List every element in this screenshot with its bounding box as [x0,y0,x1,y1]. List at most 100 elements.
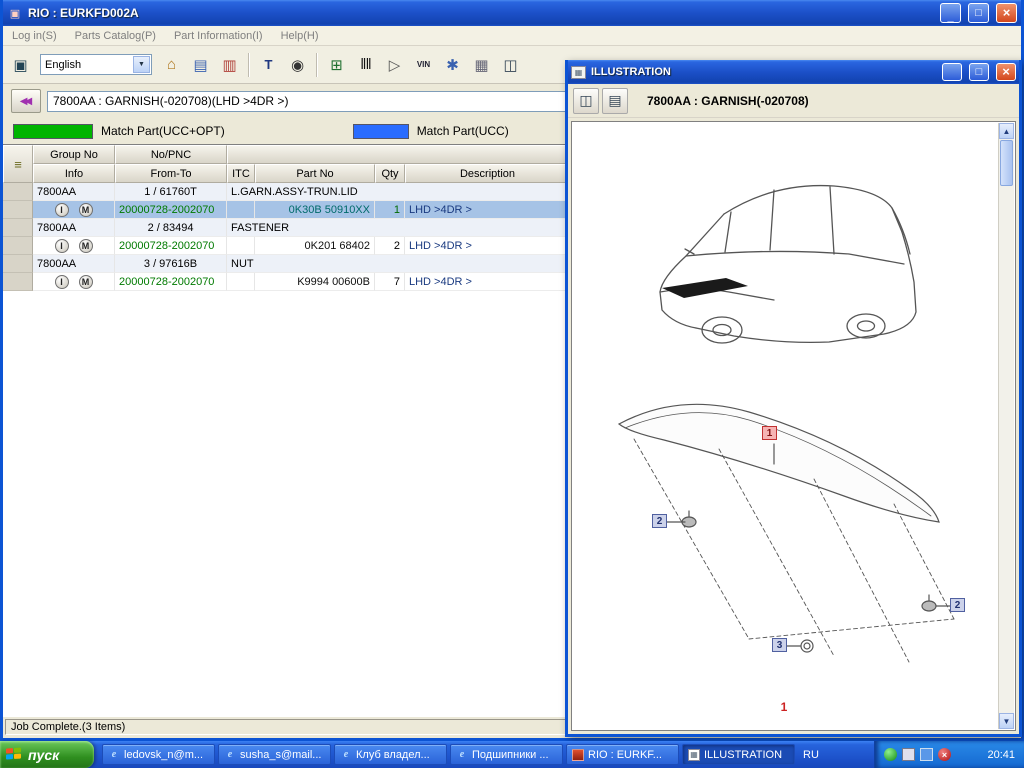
taskbar-clock[interactable]: 20:41 [987,749,1015,761]
browser-icon: e [456,749,468,761]
cell-no-pnc: 2 / 83494 [115,219,227,237]
cell-info: I M [33,201,115,219]
row-gutter[interactable] [3,219,33,237]
menu-parts-catalog[interactable]: Parts Catalog(P) [66,28,165,44]
row-gutter[interactable] [3,201,33,219]
cell-no-pnc: 3 / 97616B [115,255,227,273]
illustration-minimize-button[interactable]: _ [942,63,962,81]
language-select[interactable]: English ▼ [40,54,152,75]
legend-swatch-ucc [353,124,409,139]
close-button[interactable]: × [996,3,1017,23]
menu-part-information[interactable]: Part Information(I) [165,28,272,44]
illustration-content: 1 2 2 3 1 ▲ ▼ [571,121,1016,731]
taskbar: пуск e ledovsk_n@m... e susha_s@mail... … [0,741,1024,768]
callout-2-left[interactable]: 2 [652,514,667,528]
home-icon[interactable]: ⌂ [158,51,185,78]
toolbar-separator [316,53,318,77]
callout-2-right[interactable]: 2 [950,598,965,612]
taskbar-item-browser-4[interactable]: e Подшипники ... [450,744,563,765]
cell-info: I M [33,273,115,291]
taskbar-item-browser-1[interactable]: e ledovsk_n@m... [102,744,215,765]
tray-network-icon[interactable] [920,748,933,761]
save-icon[interactable]: ◫ [497,51,524,78]
info-icon[interactable]: I [55,275,69,289]
illustration-maximize-button[interactable]: □ [969,63,989,81]
column-header-itc[interactable]: ITC [227,164,255,183]
barcode-icon[interactable]: ‖‖ [352,51,379,78]
cell-description: LHD >4DR > [405,273,570,291]
illustration-titlebar[interactable]: ▦ ILLUSTRATION _ □ × [568,60,1019,84]
rows-icon[interactable]: ≡ [3,145,33,183]
memo-icon[interactable]: M [79,275,93,289]
illustration-close-button[interactable]: × [996,63,1016,81]
scrollbar-thumb[interactable] [1000,140,1013,186]
cell-qty: 7 [375,273,405,291]
back-icon[interactable]: ◀◀ [11,89,41,113]
column-header-no-pnc[interactable]: No/PNC [115,145,227,164]
row-gutter[interactable] [3,237,33,255]
legend-label-ucc-opt: Match Part(UCC+OPT) [101,124,225,138]
row-gutter[interactable] [3,273,33,291]
memo-icon[interactable]: M [79,203,93,217]
part-diagram: 1 2 2 3 1 [574,124,994,724]
catalog-icon[interactable]: ▤ [187,51,214,78]
column-header-group-no[interactable]: Group No [33,145,115,164]
taskbar-item-illustration[interactable]: ▦ ILLUSTRATION [682,744,795,765]
scroll-up-icon[interactable]: ▲ [999,123,1014,139]
callout-3[interactable]: 3 [772,638,787,652]
export-icon[interactable]: ▷ [381,51,408,78]
info-icon[interactable]: I [55,239,69,253]
print-icon[interactable]: ▤ [602,88,628,114]
cell-info: I M [33,237,115,255]
cell-itc [227,201,255,219]
chevron-down-icon[interactable]: ▼ [133,56,150,73]
tray-keyboard-icon[interactable] [902,748,915,761]
text-size-icon[interactable]: T [255,51,282,78]
column-header-from-to[interactable]: From-To [115,164,227,183]
menu-help[interactable]: Help(H) [272,28,328,44]
settings-icon[interactable]: ✱ [439,51,466,78]
cart-icon[interactable]: ⊞ [323,51,350,78]
taskbar-item-browser-3[interactable]: e Клуб владел... [334,744,447,765]
callout-1[interactable]: 1 [762,426,777,440]
menu-login[interactable]: Log in(S) [3,28,66,44]
minimize-button[interactable]: _ [940,3,961,23]
taskbar-item-browser-2[interactable]: e susha_s@mail... [218,744,331,765]
cell-qty: 2 [375,237,405,255]
save-icon[interactable]: ◫ [573,88,599,114]
image-icon[interactable]: ▦ [468,51,495,78]
vertical-scrollbar[interactable]: ▲ ▼ [998,123,1014,729]
row-gutter[interactable] [3,183,33,201]
maximize-button[interactable]: □ [968,3,989,23]
cell-itc [227,273,255,291]
cell-from-to: 20000728-2002070 [115,273,227,291]
browser-icon: e [108,749,120,761]
taskbar-item-rio[interactable]: RIO : EURKF... [566,744,679,765]
browser-icon: e [340,749,352,761]
illustration-window-icon: ▦ [571,66,586,79]
memo-icon[interactable]: M [79,239,93,253]
info-icon[interactable]: I [55,203,69,217]
vin-search-icon[interactable]: VIN [410,51,437,78]
main-titlebar[interactable]: ▣ RIO : EURKFD002A _ □ × [3,0,1021,26]
scroll-down-icon[interactable]: ▼ [999,713,1014,729]
language-indicator[interactable]: RU [798,741,824,768]
column-header-part-no[interactable]: Part No [255,164,375,183]
taskbar-item-label: RIO : EURKF... [588,749,662,761]
browser-icon: e [224,749,236,761]
start-button[interactable]: пуск [0,741,94,768]
column-header-qty[interactable]: Qty [375,164,405,183]
column-header-description[interactable]: Description [405,164,570,183]
diagram-svg [574,124,994,724]
taskbar-item-label: susha_s@mail... [240,749,321,761]
search-parts-icon[interactable]: ◉ [284,51,311,78]
column-header-info[interactable]: Info [33,164,115,183]
legend-label-ucc: Match Part(UCC) [417,124,509,138]
display-icon[interactable]: ▣ [7,51,34,78]
tray-status-icon[interactable] [884,748,897,761]
print-icon[interactable]: ▥ [216,51,243,78]
cell-description: LHD >4DR > [405,201,570,219]
tray-security-alert-icon[interactable] [938,748,951,761]
row-gutter[interactable] [3,255,33,273]
toolbar-separator [248,53,250,77]
